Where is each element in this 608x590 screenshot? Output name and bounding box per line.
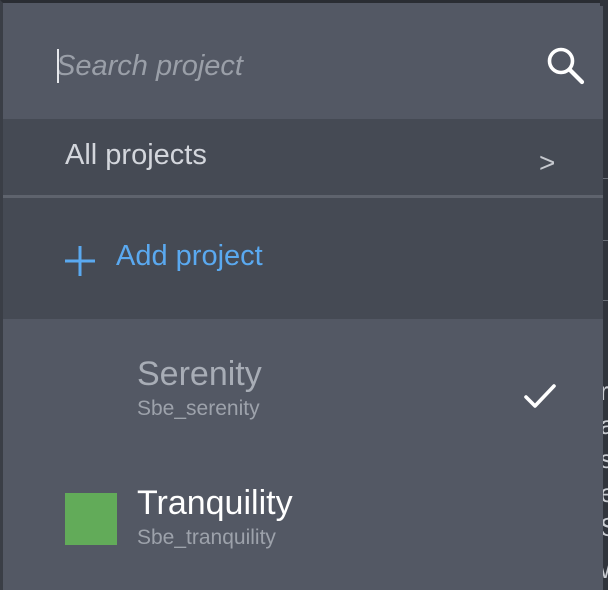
chevron-right-icon: > bbox=[539, 147, 556, 178]
search-bar bbox=[6, 6, 603, 119]
project-switcher-screen: r a s e S w All projects > Add project bbox=[0, 0, 608, 590]
project-name: Tranquility bbox=[137, 484, 293, 522]
checkmark-icon bbox=[524, 384, 556, 408]
search-input[interactable] bbox=[56, 46, 526, 86]
text-caret bbox=[57, 49, 59, 83]
project-color-swatch bbox=[65, 493, 117, 545]
all-projects-item[interactable]: All projects > bbox=[3, 119, 603, 195]
all-projects-label: All projects bbox=[65, 139, 207, 171]
add-project-button[interactable]: Add project bbox=[3, 198, 603, 319]
search-icon[interactable] bbox=[544, 44, 588, 88]
project-key: Sbe_tranquility bbox=[137, 526, 276, 549]
plus-icon bbox=[65, 246, 95, 276]
add-project-label: Add project bbox=[116, 240, 263, 272]
project-dropdown-panel: All projects > Add project Serenity Sbe_… bbox=[0, 0, 603, 590]
project-name: Serenity bbox=[137, 355, 262, 393]
project-key: Sbe_serenity bbox=[137, 397, 260, 420]
project-item-serenity[interactable]: Serenity Sbe_serenity bbox=[3, 319, 603, 449]
project-item-tranquility[interactable]: Tranquility Sbe_tranquility bbox=[3, 449, 603, 579]
project-list: Serenity Sbe_serenity Tranquility Sbe_tr… bbox=[3, 319, 603, 590]
